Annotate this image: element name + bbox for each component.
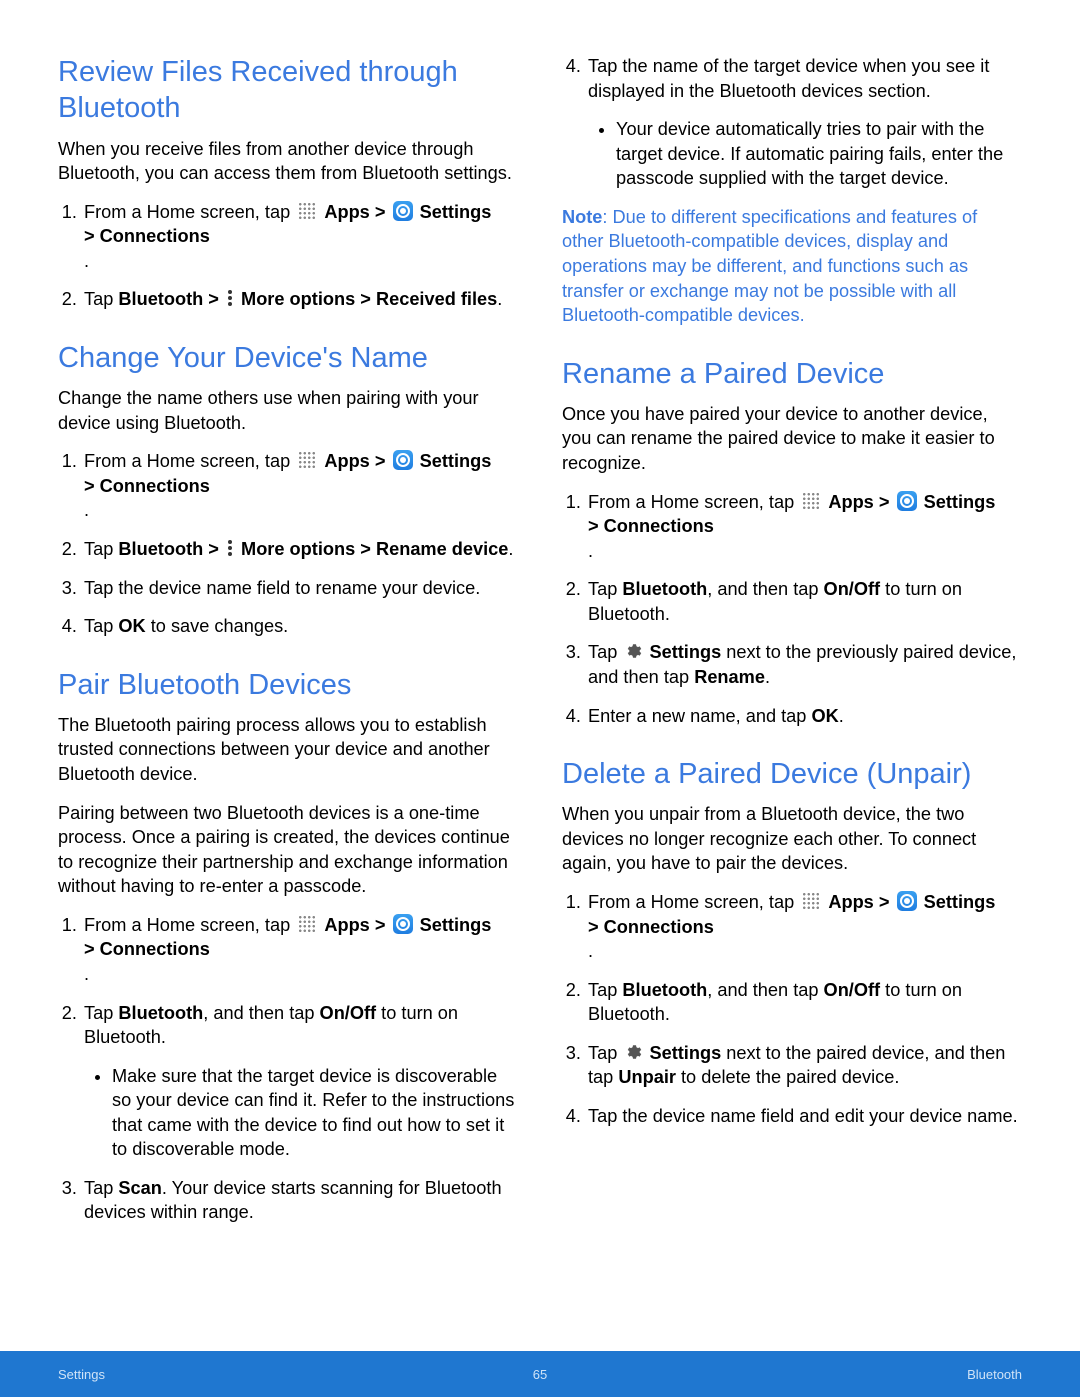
heading-rename-paired: Rename a Paired Device — [562, 356, 1022, 392]
list-item: From a Home screen, tap Apps > Settings … — [82, 449, 518, 523]
heading-review-files: Review Files Received through Bluetooth — [58, 54, 518, 127]
body-text: Once you have paired your device to anot… — [562, 402, 1022, 476]
list-item: From a Home screen, tap Apps > Settings … — [586, 890, 1022, 964]
page-footer: Settings 65 Bluetooth — [0, 1351, 1080, 1397]
list-item: From a Home screen, tap Apps > Settings … — [82, 913, 518, 987]
note-text: Note: Due to different specifications an… — [562, 205, 1022, 328]
list-item: From a Home screen, tap Apps > Settings … — [586, 490, 1022, 564]
more-options-icon — [226, 539, 234, 557]
body-text: When you receive files from another devi… — [58, 137, 518, 186]
list-item: Tap the name of the target device when y… — [586, 54, 1022, 191]
apps-icon — [801, 891, 821, 911]
apps-icon — [297, 201, 317, 221]
body-text: Change the name others use when pairing … — [58, 386, 518, 435]
list-item: Tap Bluetooth > More options > Received … — [82, 287, 518, 312]
settings-icon — [897, 491, 917, 511]
body-text: The Bluetooth pairing process allows you… — [58, 713, 518, 787]
footer-left: Settings — [58, 1367, 105, 1382]
sub-list-item: Your device automatically tries to pair … — [616, 117, 1022, 191]
footer-right: Bluetooth — [967, 1367, 1022, 1382]
heading-change-name: Change Your Device's Name — [58, 340, 518, 376]
steps-list: Tap the name of the target device when y… — [562, 54, 1022, 191]
list-item: Tap Bluetooth, and then tap On/Off to tu… — [586, 978, 1022, 1027]
heading-delete-paired: Delete a Paired Device (Unpair) — [562, 756, 1022, 792]
list-item: Tap OK to save changes. — [82, 614, 518, 639]
steps-list: From a Home screen, tap Apps > Settings … — [58, 913, 518, 1225]
settings-icon — [897, 891, 917, 911]
steps-list: From a Home screen, tap Apps > Settings … — [58, 449, 518, 638]
steps-list: From a Home screen, tap Apps > Settings … — [58, 200, 518, 312]
list-item: From a Home screen, tap Apps > Settings … — [82, 200, 518, 274]
list-item: Tap Settings next to the previously pair… — [586, 640, 1022, 689]
apps-icon — [801, 491, 821, 511]
list-item: Tap Bluetooth > More options > Rename de… — [82, 537, 518, 562]
sub-list-item: Make sure that the target device is disc… — [112, 1064, 518, 1162]
list-item: Tap the device name field and edit your … — [586, 1104, 1022, 1129]
more-options-icon — [226, 289, 234, 307]
list-item: Tap the device name field to rename your… — [82, 576, 518, 601]
list-item: Tap Bluetooth, and then tap On/Off to tu… — [82, 1001, 518, 1162]
list-item: Enter a new name, and tap OK. — [586, 704, 1022, 729]
footer-page-number: 65 — [533, 1367, 547, 1382]
gear-icon — [624, 1043, 642, 1061]
list-item: Tap Bluetooth, and then tap On/Off to tu… — [586, 577, 1022, 626]
heading-pair-devices: Pair Bluetooth Devices — [58, 667, 518, 703]
steps-list: From a Home screen, tap Apps > Settings … — [562, 490, 1022, 729]
page-content: Review Files Received through Bluetooth … — [0, 0, 1080, 1290]
list-item: Tap Settings next to the paired device, … — [586, 1041, 1022, 1090]
apps-icon — [297, 914, 317, 934]
apps-icon — [297, 450, 317, 470]
settings-icon — [393, 914, 413, 934]
gear-icon — [624, 642, 642, 660]
list-item: Tap Scan. Your device starts scanning fo… — [82, 1176, 518, 1225]
body-text: Pairing between two Bluetooth devices is… — [58, 801, 518, 899]
settings-icon — [393, 450, 413, 470]
body-text: When you unpair from a Bluetooth device,… — [562, 802, 1022, 876]
settings-icon — [393, 201, 413, 221]
steps-list: From a Home screen, tap Apps > Settings … — [562, 890, 1022, 1129]
